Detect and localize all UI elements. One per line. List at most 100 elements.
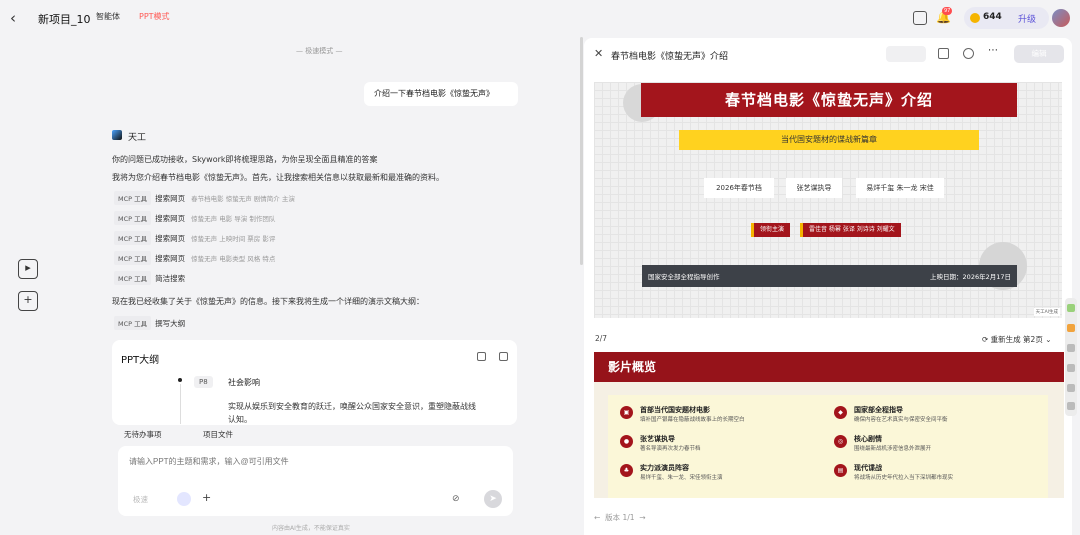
close-icon[interactable]: ✕	[594, 47, 603, 60]
slide-2[interactable]: 影片概览 ▣ 首部当代国安题材电影 填补国产银幕在隐蔽战线故事上的长期空白 ◆ …	[594, 352, 1064, 498]
add-icon[interactable]: +	[202, 491, 211, 504]
info-card: 张艺谋执导	[786, 178, 842, 198]
assistant-text: 你的问题已成功接收，Skywork即将梳理思路，为你呈现全面且精准的答案	[112, 155, 378, 164]
user-message: 介绍一下春节档电影《惊蛰无声》	[364, 82, 518, 106]
plot-icon: ◎	[834, 435, 847, 448]
shield-icon: ◆	[834, 406, 847, 419]
mcp-tag: MCP 工具	[114, 211, 152, 225]
todo-dropdown[interactable]: 无待办事项	[124, 429, 162, 440]
upgrade-button[interactable]: 升级	[1018, 12, 1036, 25]
tool-call[interactable]: MCP 工具 搜索网页 春节档电影 惊蛰无声 剧情简介 主演	[114, 191, 295, 205]
info-card: 2026年春节档	[704, 178, 774, 198]
tool-query: 惊蛰无声 电影类型 风格 特点	[191, 255, 276, 263]
share-icon[interactable]	[963, 48, 974, 59]
tool-call[interactable]: MCP 工具 简洁搜索	[114, 271, 191, 285]
tool-name: 简洁搜索	[155, 274, 186, 283]
tool-name: 搜索网页	[155, 254, 186, 263]
globe-icon[interactable]	[177, 492, 191, 506]
tool-name: 搜索网页	[155, 194, 186, 203]
slide-subtitle: 当代国安题材的谍战新篇章	[679, 130, 979, 150]
timeline-dot	[178, 378, 182, 382]
tool-icon[interactable]	[1067, 304, 1075, 312]
send-button[interactable]: ➤	[484, 490, 502, 508]
tool-call[interactable]: MCP 工具 搜索网页 惊蛰无声 电影类型 风格 特点	[114, 251, 276, 265]
disclaimer: 内容由AI生成，不能保证真实	[272, 525, 350, 532]
item-title: 首部当代国安题材电影	[640, 406, 710, 414]
tool-name: 搜索网页	[155, 234, 186, 243]
tool-call[interactable]: MCP 工具 撰写大纲	[114, 316, 191, 330]
tool-call[interactable]: MCP 工具 搜索网页 惊蛰无声 电影 导演 制作团队	[114, 211, 275, 225]
footer-right: 上映日期：2026年2月17日	[930, 273, 1011, 281]
slide-title: 春节档电影《惊蛰无声》介绍	[641, 83, 1017, 117]
copy-icon[interactable]	[477, 352, 486, 361]
view-toggle[interactable]	[886, 46, 926, 62]
sidebar-toggle-icon[interactable]: ▸	[18, 259, 38, 279]
cast-icon: ♣	[620, 464, 633, 477]
assistant-logo-icon	[112, 130, 122, 140]
panel-resize-handle[interactable]	[580, 37, 583, 265]
item-desc: 确保内容在艺术真实与保密安全间平衡	[854, 417, 948, 423]
mcp-tag: MCP 工具	[114, 271, 152, 285]
back-icon[interactable]: ‹	[10, 10, 26, 26]
outline-title: PPT大纲	[121, 355, 160, 366]
tool-icon[interactable]	[1067, 344, 1075, 352]
item-desc: 围绕最新战机涉密信息外泄展开	[854, 446, 932, 452]
watermark: 天工AI生成	[1033, 308, 1060, 316]
cast-chip: 雷佳音 杨幂 张译 刘诗诗 刘耀文	[800, 223, 901, 237]
panel-title: 春节档电影《惊蛰无声》介绍	[611, 52, 729, 62]
prompt-box: 极速 + ⊘ ➤	[118, 446, 513, 516]
item-title: 现代谍战	[854, 464, 882, 472]
notification-badge: 97	[942, 7, 953, 15]
assistant-text: 我将为您介绍春节档电影《惊蛰无声》。首先，让我搜索相关信息以获取最新和最准确的资…	[112, 173, 444, 182]
project-title[interactable]: 新项目_10	[38, 11, 91, 27]
mcp-tag: MCP 工具	[114, 231, 152, 245]
slide-1[interactable]: 春节档电影《惊蛰无声》介绍 当代国安题材的谍战新篇章 2026年春节档 张艺谋执…	[594, 82, 1062, 318]
new-chat-icon[interactable]: +	[18, 291, 38, 311]
outline-heading: 社会影响	[228, 378, 260, 387]
regenerate-button[interactable]: ⟳ 重新生成 第2页 ⌄	[982, 334, 1052, 345]
overview-body: ▣ 首部当代国安题材电影 填补国产银幕在隐蔽战线故事上的长期空白 ◆ 国家部全程…	[608, 395, 1048, 498]
credit-count: 644	[983, 12, 1002, 22]
item-title: 国家部全程指导	[854, 406, 903, 414]
avatar[interactable]	[1052, 9, 1070, 27]
credits-pill[interactable]: 644 升级	[964, 7, 1049, 29]
top-bar: ‹ 新项目_10 智能体 PPT模式 🔔 97 644 升级	[0, 0, 1080, 36]
slide-title: 影片概览	[594, 352, 1064, 382]
tool-query: 春节档电影 惊蛰无声 剧情简介 主演	[191, 195, 295, 203]
more-icon[interactable]: ⋯	[988, 45, 999, 56]
download-icon[interactable]	[938, 48, 949, 59]
prompt-input[interactable]	[129, 457, 469, 466]
item-title: 张艺谋执导	[640, 435, 675, 443]
tool-icon[interactable]	[1067, 402, 1075, 410]
mcp-tag: MCP 工具	[114, 316, 152, 330]
tool-icon[interactable]	[1067, 324, 1075, 332]
tool-name: 撰写大纲	[155, 319, 186, 328]
floating-toolbar[interactable]	[1065, 298, 1077, 416]
film-icon: ▣	[620, 406, 633, 419]
attach-icon[interactable]: ⊘	[452, 494, 460, 504]
speed-mode-divider: — 极速模式 —	[296, 47, 343, 55]
outline-card: PPT大纲 P8 社会影响 实现从娱乐到安全教育的跃迁，唤醒公众国家安全意识，重…	[112, 340, 517, 425]
outline-text: 实现从娱乐到安全教育的跃迁，唤醒公众国家安全意识，重塑隐蔽战线认知。	[228, 402, 476, 424]
edit-button[interactable]: 编辑	[1014, 45, 1064, 63]
timeline-line	[179, 384, 181, 424]
coin-icon	[970, 13, 980, 23]
project-files-button[interactable]: 项目文件	[203, 429, 233, 440]
speed-toggle[interactable]: 极速	[133, 494, 148, 505]
tool-icon[interactable]	[1067, 384, 1075, 392]
regenerate-label: 重新生成 第2页	[990, 335, 1043, 344]
assistant-name: 天工	[128, 133, 147, 143]
item-desc: 填补国产银幕在隐蔽战线故事上的长期空白	[640, 417, 745, 423]
city-icon: ▤	[834, 464, 847, 477]
version-nav[interactable]: ← 版本 1/1 →	[594, 512, 646, 523]
footer-left: 国家安全部全程指导创作	[648, 273, 720, 281]
item-desc: 易烊千玺、朱一龙、宋佳领衔主演	[640, 475, 723, 481]
director-icon: ●	[620, 435, 633, 448]
tool-call[interactable]: MCP 工具 搜索网页 惊蛰无声 上映时间 票房 影评	[114, 231, 276, 245]
item-title: 核心剧情	[854, 435, 882, 443]
expand-icon[interactable]	[499, 352, 508, 361]
item-desc: 著名导演再次发力春节档	[640, 446, 701, 452]
tool-icon[interactable]	[1067, 364, 1075, 372]
share-icon[interactable]	[913, 11, 927, 25]
tool-query: 惊蛰无声 上映时间 票房 影评	[191, 235, 276, 243]
